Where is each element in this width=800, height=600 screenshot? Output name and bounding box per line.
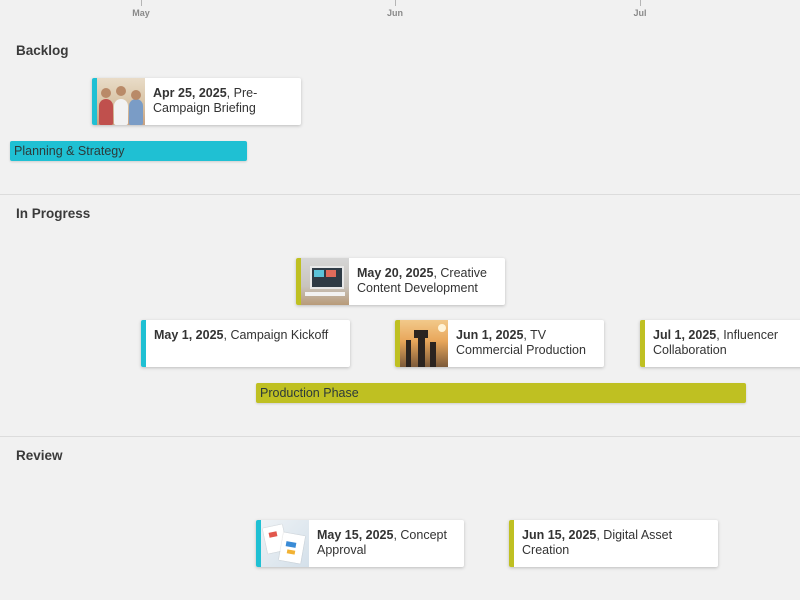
- item-date: May 15, 2025: [317, 528, 394, 542]
- tick-line: [394, 0, 396, 6]
- item-date: Jun 15, 2025: [522, 528, 597, 542]
- item-text: Jun 1, 2025, TV Commercial Production: [448, 320, 604, 367]
- timeline-item-digital-asset-creation[interactable]: Jun 15, 2025, Digital Asset Creation: [509, 520, 718, 567]
- axis-month-label: Jul: [633, 8, 647, 18]
- timeline-item-campaign-kickoff[interactable]: May 1, 2025, Campaign Kickoff: [141, 320, 350, 367]
- lane-divider: [0, 194, 800, 195]
- axis-tick-jun: Jun: [365, 0, 425, 18]
- item-text: Jun 15, 2025, Digital Asset Creation: [514, 520, 718, 567]
- item-date: May 1, 2025: [154, 328, 224, 342]
- tick-line: [639, 0, 641, 6]
- timeline-item-pre-campaign-briefing[interactable]: Apr 25, 2025, Pre-Campaign Briefing: [92, 78, 301, 125]
- tick-line: [140, 0, 142, 6]
- item-name: , Campaign Kickoff: [223, 328, 329, 342]
- timeline-axis: May Jun Jul: [0, 0, 800, 24]
- lane-title-review: Review: [16, 448, 63, 463]
- timeline-item-tv-commercial-production[interactable]: Jun 1, 2025, TV Commercial Production: [395, 320, 604, 367]
- item-text: May 1, 2025, Campaign Kickoff: [146, 320, 336, 367]
- timeline-item-influencer-collaboration[interactable]: Jul 1, 2025, Influencer Collaboration: [640, 320, 800, 367]
- item-text: Jul 1, 2025, Influencer Collaboration: [645, 320, 800, 367]
- film-crew-photo-icon: [400, 320, 448, 367]
- axis-tick-may: May: [111, 0, 171, 18]
- lane-title-in-progress: In Progress: [16, 206, 91, 221]
- item-date: Jul 1, 2025: [653, 328, 717, 342]
- lane-divider: [0, 436, 800, 437]
- timeline-item-creative-content-development[interactable]: May 20, 2025, Creative Content Developme…: [296, 258, 505, 305]
- timeline-item-concept-approval[interactable]: May 15, 2025, Concept Approval: [256, 520, 464, 567]
- item-date: May 20, 2025: [357, 266, 434, 280]
- computer-screen-photo-icon: [301, 258, 349, 305]
- axis-month-label: Jun: [386, 8, 403, 18]
- range-bar-production-phase[interactable]: Production Phase: [256, 383, 746, 403]
- item-date: Jun 1, 2025: [456, 328, 524, 342]
- documents-photo-icon: [261, 520, 309, 567]
- item-date: Apr 25, 2025: [153, 86, 227, 100]
- meeting-people-photo-icon: [97, 78, 145, 125]
- lane-title-backlog: Backlog: [16, 43, 69, 58]
- item-text: May 20, 2025, Creative Content Developme…: [349, 258, 505, 305]
- axis-tick-jul: Jul: [610, 0, 670, 18]
- range-bar-planning-strategy[interactable]: Planning & Strategy: [10, 141, 247, 161]
- timeline-app: May Jun Jul Backlog Apr 25, 2025, Pre-Ca…: [0, 0, 800, 600]
- item-text: May 15, 2025, Concept Approval: [309, 520, 464, 567]
- axis-month-label: May: [132, 8, 150, 18]
- item-text: Apr 25, 2025, Pre-Campaign Briefing: [145, 78, 301, 125]
